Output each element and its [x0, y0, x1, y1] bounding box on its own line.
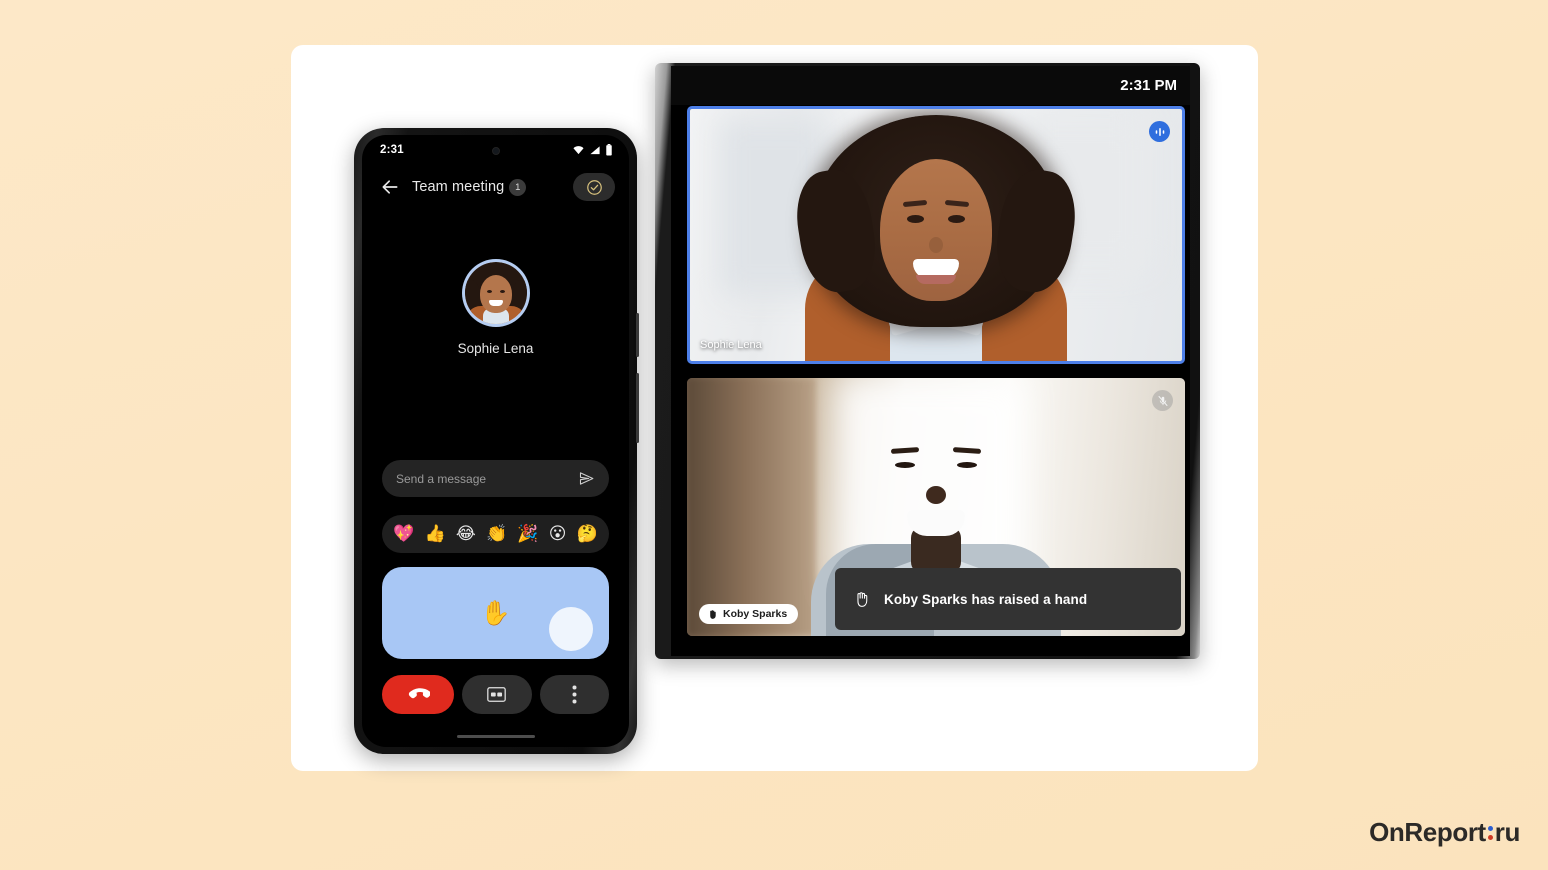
reaction-surprised[interactable]: 😮: [549, 525, 567, 543]
raised-hand-icon: [710, 609, 716, 619]
raised-hand-notification: Koby Sparks has raised a hand: [835, 568, 1181, 630]
more-options-button[interactable]: [539, 675, 609, 714]
back-arrow-icon[interactable]: [380, 177, 400, 197]
watermark-dot-bottom: [1487, 834, 1493, 840]
reaction-party-popper[interactable]: 🎉: [517, 525, 538, 543]
meeting-check-button[interactable]: [573, 173, 615, 201]
person-nose: [929, 237, 943, 253]
person-eye-left: [895, 462, 915, 468]
captions-button[interactable]: [462, 675, 532, 714]
reaction-joy[interactable]: 😂: [456, 525, 476, 543]
phone-status-icons: [572, 144, 613, 156]
phone-status-time: 2:31: [380, 144, 404, 156]
raised-hand-icon: ✋: [480, 599, 511, 627]
watermark-brand: OnReport: [1369, 817, 1486, 847]
phone-screen: 2:31 Team meeting 1 Sophie Lena Send a m…: [362, 135, 629, 747]
page-background: 2:31 Team meeting 1 Sophie Lena Send a m…: [0, 0, 1548, 870]
person-smile: [907, 510, 965, 536]
person-nose: [926, 486, 946, 504]
meeting-title-group: Team meeting 1: [412, 178, 561, 196]
reaction-heart[interactable]: 💖: [393, 525, 414, 543]
participant-count-badge: 1: [509, 178, 527, 196]
closed-captions-icon: [487, 687, 507, 702]
raised-hand-notification-text: Koby Sparks has raised a hand: [884, 591, 1088, 607]
person-brow-right: [944, 199, 970, 208]
call-controls: [382, 675, 609, 714]
video-tile-name-pill-koby: Koby Sparks: [699, 604, 799, 624]
avatar-speaking-ring: [461, 259, 530, 327]
participant-name: Sophie Lena: [457, 341, 534, 356]
phone-power-button[interactable]: [636, 313, 639, 357]
phone-status-bar: 2:31: [362, 135, 629, 165]
person-lower-lip: [916, 275, 956, 284]
tablet-screen: 2:31 PM Sophie Lena Koby Sparks Koby Spa…: [671, 66, 1190, 656]
end-call-button[interactable]: [382, 675, 454, 714]
watermark-dot-top: [1487, 825, 1493, 831]
watermark-colon-icon: [1487, 822, 1493, 844]
phone-device: 2:31 Team meeting 1 Sophie Lena Send a m…: [354, 128, 639, 754]
avatar-smile: [488, 300, 503, 306]
raise-hand-button[interactable]: ✋: [382, 567, 609, 659]
message-input[interactable]: [396, 471, 578, 486]
gesture-navigation-bar[interactable]: [456, 735, 535, 738]
person-brow-left: [890, 447, 920, 454]
wifi-icon: [573, 145, 584, 154]
background-curtain: [687, 378, 817, 636]
person-eye-right: [948, 215, 965, 223]
speaking-indicator-badge: [1149, 121, 1170, 142]
video-tile-sophie[interactable]: Sophie Lena: [687, 106, 1185, 364]
tablet-device: 2:31 PM Sophie Lena Koby Sparks Koby Spa…: [655, 63, 1200, 659]
check-circle-icon: [586, 179, 602, 195]
phone-hangup-icon: [408, 688, 430, 699]
avatar: [464, 262, 527, 324]
person-eye-right: [957, 462, 977, 468]
person-head: [873, 400, 999, 560]
meeting-title: Team meeting: [412, 179, 505, 195]
muted-indicator-badge: [1152, 390, 1173, 411]
person-brow-left: [902, 199, 928, 208]
speaking-indicator-icon: [1155, 127, 1164, 136]
touch-ripple: [549, 607, 593, 651]
cellular-icon: [590, 145, 600, 154]
more-vertical-icon: [572, 685, 577, 704]
active-participant: Sophie Lena: [362, 259, 629, 356]
person-eye-left: [907, 215, 924, 223]
avatar-eye-left: [486, 290, 492, 293]
video-tile-name-sophie: Sophie Lena: [700, 339, 762, 351]
reaction-thinking[interactable]: 🤔: [577, 525, 598, 543]
video-feed-sophie: [690, 109, 1182, 361]
reaction-thumbs-up[interactable]: 👍: [425, 525, 446, 543]
person-face: [880, 159, 992, 301]
microphone-muted-icon: [1158, 395, 1167, 406]
quick-reactions-bar[interactable]: 💖 👍 😂 👏 🎉 😮 🤔: [382, 515, 609, 553]
phone-app-bar: Team meeting 1: [362, 165, 629, 207]
site-watermark: OnReport ru: [1369, 817, 1520, 848]
person-brow-right: [952, 447, 982, 454]
video-tile-name-koby: Koby Sparks: [723, 608, 788, 620]
reaction-clap[interactable]: 👏: [486, 525, 507, 543]
front-camera-icon: [491, 147, 500, 155]
phone-volume-button[interactable]: [636, 373, 639, 443]
battery-icon: [606, 144, 612, 156]
watermark-tld: ru: [1494, 817, 1521, 847]
avatar-face: [479, 275, 512, 313]
tablet-status-bar: 2:31 PM: [671, 66, 1190, 105]
send-icon[interactable]: [578, 470, 595, 487]
message-composer: [382, 460, 609, 497]
video-tile-koby[interactable]: Koby Sparks Koby Sparks has raised a han…: [687, 378, 1185, 636]
avatar-eye-right: [499, 290, 505, 293]
raised-hand-icon: [857, 591, 868, 607]
tablet-status-time: 2:31 PM: [1120, 77, 1177, 94]
